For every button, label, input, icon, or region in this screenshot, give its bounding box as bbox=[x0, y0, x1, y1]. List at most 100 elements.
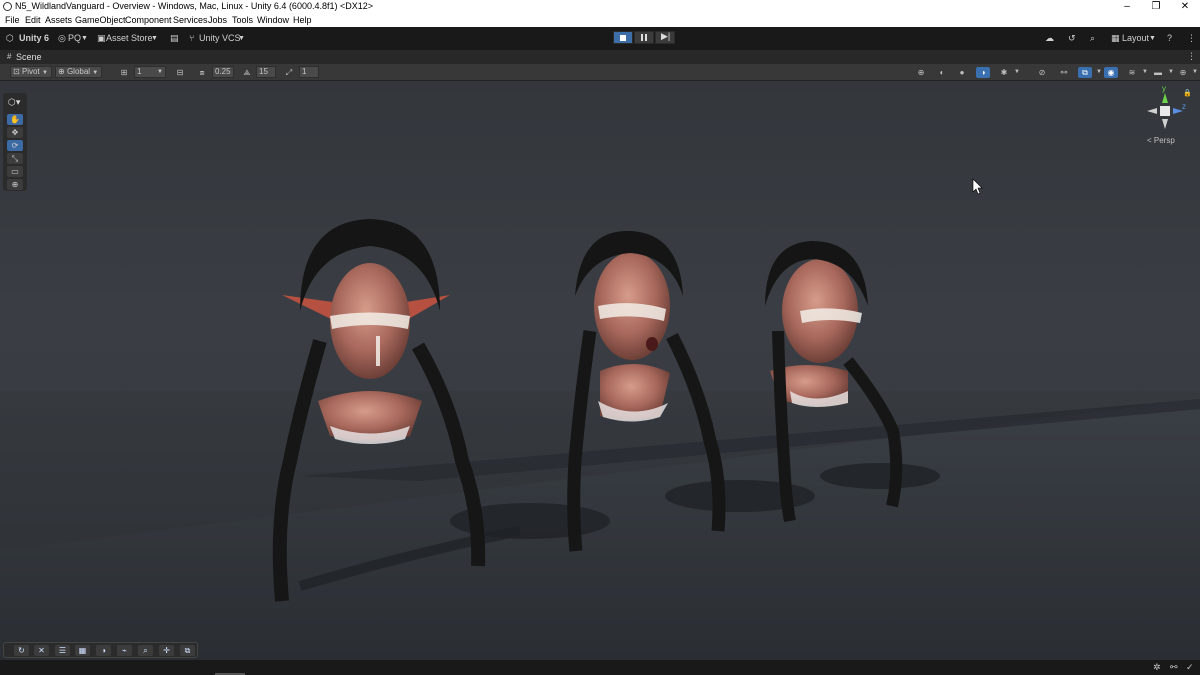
cloud-icon[interactable]: ☁ bbox=[1045, 32, 1054, 45]
menu-file[interactable]: File bbox=[5, 15, 20, 25]
increment-snap-value: 0.25 bbox=[215, 67, 231, 76]
title-bar: N5_WildlandVanguard - Overview - Windows… bbox=[0, 0, 1200, 14]
grid-snap-icon[interactable]: ⊞ bbox=[117, 67, 131, 78]
rotation-snap-field[interactable]: 15 bbox=[256, 66, 276, 78]
package-icon[interactable]: ▤ bbox=[170, 32, 179, 45]
step-icon: ▶| bbox=[661, 31, 671, 41]
orientation-gizmo[interactable]: y z < Persp bbox=[1143, 84, 1188, 147]
head-shadow bbox=[820, 463, 940, 489]
effects-icon[interactable]: ⚯ bbox=[1057, 67, 1071, 78]
grid-size-value: 1 bbox=[137, 67, 142, 76]
search-icon[interactable]: ⌕ bbox=[1090, 32, 1095, 45]
path-icon[interactable]: ⌁ bbox=[117, 645, 132, 656]
scene-visibility-icon[interactable]: ⧉ bbox=[1078, 67, 1092, 78]
close-button[interactable]: ✕ bbox=[1170, 0, 1200, 14]
bottom-tools-overlay: ↻ ✕ ☰ ▦ ◑ ⌁ ⌕ ✛ ⧉ bbox=[3, 642, 198, 658]
shaded-icon[interactable]: ● bbox=[955, 67, 969, 78]
menu-services[interactable]: Services bbox=[173, 15, 208, 25]
search-icon[interactable]: ⌕ bbox=[138, 645, 153, 656]
unity-vcs-button[interactable]: Unity VCS bbox=[199, 32, 241, 45]
play-button[interactable] bbox=[613, 31, 633, 44]
move-tool-icon[interactable]: ✥ bbox=[7, 127, 23, 138]
lock-icon[interactable]: 🔒 bbox=[1183, 89, 1192, 97]
scene-viewport[interactable]: y z < Persp 🔒 bbox=[0, 81, 1200, 660]
pivot-dropdown[interactable]: ⊡ Pivot ▼ bbox=[10, 66, 52, 78]
bug-icon[interactable]: ✲ bbox=[1153, 662, 1161, 673]
audio-mute-icon[interactable]: ⊘ bbox=[1035, 67, 1049, 78]
transform-tool-icon[interactable]: ⊕ bbox=[7, 179, 23, 190]
chevron-down-icon: ▼ bbox=[1149, 35, 1156, 42]
check-icon[interactable]: ✓ bbox=[1186, 662, 1194, 673]
tab-scene[interactable]: Scene bbox=[16, 52, 42, 62]
grid-size-field[interactable]: 1 ▼ bbox=[134, 66, 166, 78]
gizmo-z-label: z bbox=[1182, 102, 1186, 111]
global-dropdown[interactable]: ⊕ Global ▼ bbox=[55, 66, 102, 78]
more-options-icon[interactable]: ⋮ bbox=[1187, 32, 1196, 45]
camera-icon[interactable]: ▬ bbox=[1151, 67, 1165, 78]
chevron-down-icon: ▼ bbox=[1192, 69, 1198, 75]
account-dropdown[interactable]: PQ bbox=[68, 32, 81, 45]
increment-snap-icon[interactable]: ⧈ bbox=[195, 67, 209, 78]
step-button[interactable]: ▶| bbox=[655, 31, 675, 44]
help-icon[interactable]: ? bbox=[1167, 32, 1172, 45]
wireframe-globe-icon[interactable]: ⊕ bbox=[914, 67, 928, 78]
menu-help[interactable]: Help bbox=[293, 15, 312, 25]
window-title: N5_WildlandVanguard - Overview - Windows… bbox=[15, 1, 373, 11]
chevron-down-icon: ▼ bbox=[238, 35, 245, 42]
menu-bar: File Edit Assets GameObject Component Se… bbox=[0, 14, 1200, 27]
menu-jobs[interactable]: Jobs bbox=[208, 15, 227, 25]
shaded-wireframe-icon[interactable]: ◐ bbox=[935, 67, 949, 78]
axis-gizmo-icon bbox=[1147, 93, 1183, 129]
projection-toggle[interactable]: < Persp bbox=[1147, 136, 1175, 145]
hierarchy-icon[interactable]: ☰ bbox=[55, 645, 70, 656]
menu-gameobject[interactable]: GameObject bbox=[75, 15, 126, 25]
chevron-down-icon: ▼ bbox=[1014, 69, 1020, 75]
network-icon[interactable]: ⚯ bbox=[1170, 662, 1178, 673]
chevron-down-icon: ▼ bbox=[41, 70, 48, 76]
pause-icon bbox=[641, 34, 643, 41]
asset-store-icon: ▣ bbox=[97, 33, 106, 43]
main-toolbar: ⬡ Unity 6 ◎ PQ ▼ ▣ Asset Store ▼ ▤ ⑂ Uni… bbox=[0, 27, 1200, 50]
chevron-down-icon: ▼ bbox=[92, 70, 99, 76]
status-bar: ✲ ⚯ ✓ bbox=[0, 660, 1200, 675]
menu-assets[interactable]: Assets bbox=[45, 15, 72, 25]
asset-store-button[interactable]: Asset Store bbox=[106, 32, 153, 45]
restore-button[interactable]: ❐ bbox=[1141, 0, 1171, 14]
menu-component[interactable]: Component bbox=[125, 15, 172, 25]
menu-tools[interactable]: Tools bbox=[232, 15, 253, 25]
mouse-cursor-icon bbox=[972, 178, 983, 195]
more-options-icon[interactable]: ⋮ bbox=[1187, 51, 1196, 62]
rotate-tool-icon[interactable]: ⟳ bbox=[7, 140, 23, 151]
hand-tool-icon[interactable]: ✋ bbox=[7, 114, 23, 125]
scale-snap-field[interactable]: 1 bbox=[299, 66, 319, 78]
unity-logo-icon: ⬡ bbox=[6, 33, 14, 43]
menu-window[interactable]: Window bbox=[257, 15, 289, 25]
layout-dropdown[interactable]: Layout bbox=[1122, 32, 1149, 45]
history-icon[interactable]: ↺ bbox=[1068, 32, 1076, 45]
global-label: Global bbox=[66, 67, 91, 76]
move-icon[interactable]: ✛ bbox=[159, 645, 174, 656]
chevron-down-icon: ▼ bbox=[157, 69, 163, 75]
rect-tool-icon[interactable]: ▭ bbox=[7, 166, 23, 177]
rotation-snap-icon[interactable]: ⟁ bbox=[240, 67, 254, 78]
menu-edit[interactable]: Edit bbox=[25, 15, 41, 25]
layers-icon[interactable]: ≋ bbox=[1125, 67, 1139, 78]
cross-icon[interactable]: ✕ bbox=[34, 645, 49, 656]
unity-version-button[interactable]: Unity 6 bbox=[19, 32, 49, 45]
pause-button[interactable] bbox=[634, 31, 654, 44]
increment-snap-field[interactable]: 0.25 bbox=[212, 66, 234, 78]
refresh-icon[interactable]: ↻ bbox=[14, 645, 29, 656]
eye-icon[interactable]: ◉ bbox=[1104, 67, 1118, 78]
rotation-snap-value: 15 bbox=[259, 67, 268, 76]
grid-icon[interactable]: ▦ bbox=[75, 645, 90, 656]
scale-tool-icon[interactable]: ⤡ bbox=[7, 153, 23, 164]
minimize-button[interactable]: – bbox=[1112, 0, 1142, 14]
pivot-icon: ⊡ bbox=[13, 67, 20, 76]
scale-snap-icon[interactable]: ⤢ bbox=[282, 67, 296, 78]
lit-shading-icon[interactable]: ◑ bbox=[976, 67, 990, 78]
debug-draw-icon[interactable]: ✱ bbox=[997, 67, 1011, 78]
view-options-icon[interactable]: ⬡▾ bbox=[8, 97, 20, 108]
layers-icon[interactable]: ⧉ bbox=[180, 645, 195, 656]
snap-grid-icon[interactable]: ⊟ bbox=[173, 67, 187, 78]
lighting-icon[interactable]: ◑ bbox=[96, 645, 111, 656]
